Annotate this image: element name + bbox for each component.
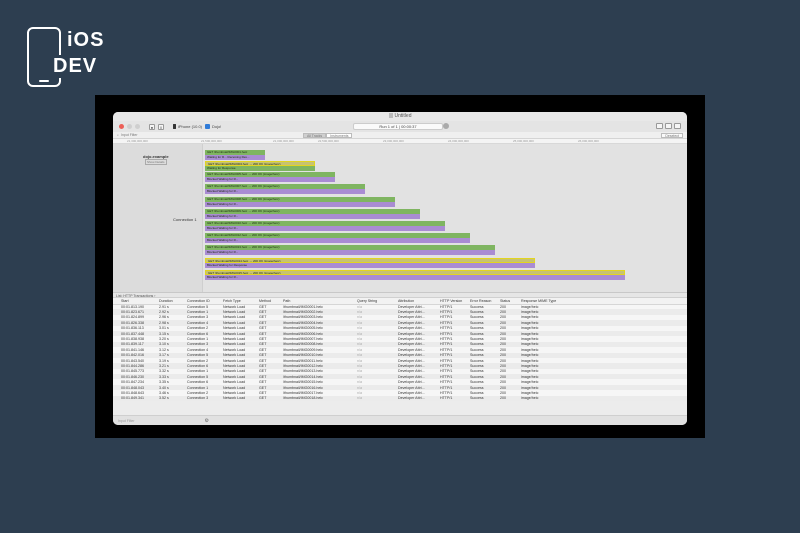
app-icon xyxy=(205,124,211,129)
status-filter-input[interactable]: Input Filter xyxy=(118,419,135,423)
table-cell: 00:01.849.341 xyxy=(119,395,157,402)
transaction-bar[interactable]: Blocked Waiting for R... xyxy=(205,214,420,219)
window-title: Untitled xyxy=(394,113,412,119)
run-indicator: Run 1 of 1 | 00:00:37 xyxy=(353,123,443,130)
transaction-bar[interactable]: Blocked Waiting for R... xyxy=(205,250,495,255)
filter-input[interactable]: Input Filter xyxy=(121,133,138,137)
table-cell: HTTP/1 xyxy=(438,395,468,402)
transaction-bar[interactable]: GET /thumbnail/IMG0008.heic → 200 OK (im… xyxy=(205,197,395,202)
transaction-bar[interactable]: Waiting for Response xyxy=(205,166,315,171)
inspector-button[interactable] xyxy=(674,123,681,129)
filter-icon: ⌕ xyxy=(117,133,119,137)
transaction-bar[interactable]: GET /thumbnail/IMG0001.heic xyxy=(205,150,265,155)
split-view-button[interactable] xyxy=(665,123,672,129)
table-cell: GET xyxy=(257,395,281,402)
transaction-bar[interactable]: Blocked Waiting for R... xyxy=(205,275,625,280)
logo-line2: DEV xyxy=(51,55,100,78)
iphone-icon xyxy=(173,124,176,129)
table-cell: Success xyxy=(468,395,498,402)
screenshot-frame: Untitled ● ‖ iPhone (10.0) Dojo! Run 1 o… xyxy=(95,95,705,438)
minimize-icon[interactable] xyxy=(127,124,132,129)
transaction-bar[interactable]: Blocked Waiting for R... xyxy=(205,177,335,182)
timeline-track-area[interactable]: dojo.example Show Details Connection 1 G… xyxy=(113,144,687,292)
table-row[interactable]: 00:01.849.341 3.52 s Connection 3 Network L… xyxy=(113,395,687,402)
transaction-bar[interactable]: GET /thumbnail/IMG0004.heic → 200 OK (im… xyxy=(205,161,315,166)
segment-instruments[interactable]: Instruments xyxy=(326,133,353,138)
transaction-bar[interactable]: GET /thumbnail/IMG0012.heic → 200 OK (im… xyxy=(205,233,470,238)
run-label: Run 1 of 1 | 00:00:37 xyxy=(379,124,417,129)
table-cell: /thumbnail/IMG0018.heic xyxy=(281,395,355,402)
transaction-bar[interactable]: GET /thumbnail/IMG0015.heic → 200 OK (im… xyxy=(205,270,625,275)
table-cell: n/a xyxy=(355,395,396,402)
zoom-icon[interactable] xyxy=(135,124,140,129)
transaction-bar[interactable]: Blocked Waiting for R... xyxy=(205,226,445,231)
run-options-icon[interactable] xyxy=(443,123,449,129)
transaction-bar[interactable]: GET /thumbnail/IMG0014.heic → 200 OK (im… xyxy=(205,258,535,263)
logo-line1: iOS xyxy=(67,29,105,51)
library-button[interactable] xyxy=(656,123,663,129)
record-button[interactable]: ● xyxy=(149,123,155,130)
gear-icon[interactable]: ⚙ xyxy=(205,418,209,424)
ios-dev-logo: iOS DEV xyxy=(27,27,103,89)
table-cell: 3.52 s xyxy=(157,395,185,402)
document-icon xyxy=(388,113,393,118)
segment-all-tracks[interactable]: All Tracks xyxy=(303,133,327,138)
transaction-bar[interactable]: GET /thumbnail/IMG0009.heic → 200 OK (im… xyxy=(205,209,420,214)
track-segments: All Tracks Instruments xyxy=(303,133,353,138)
window-titlebar: Untitled xyxy=(113,112,687,121)
target-selector[interactable]: iPhone (10.0) Dojo! xyxy=(173,124,221,129)
toolbar: ● ‖ iPhone (10.0) Dojo! Run 1 of 1 | 00:… xyxy=(113,121,687,132)
transaction-bar[interactable]: GET /thumbnail/IMG0010.heic → 200 OK (im… xyxy=(205,221,445,226)
device-name: iPhone (10.0) xyxy=(178,124,203,129)
transaction-bar[interactable]: GET /thumbnail/IMG0005.heic → 200 OK (im… xyxy=(205,172,335,177)
transaction-bar[interactable]: Blocked Waiting for R... xyxy=(205,238,470,243)
app-name: Dojo! xyxy=(212,124,222,129)
transaction-bar[interactable]: Waiting for R... Receiving Res... xyxy=(205,155,265,160)
transaction-bar[interactable]: Blocked Waiting for R... xyxy=(205,202,395,207)
transactions-table: Start Duration Connection ID Fetch Type Meth… xyxy=(113,298,687,402)
table-cell: 200 xyxy=(498,395,519,402)
transaction-bar[interactable]: GET /thumbnail/IMG0007.heic → 200 OK (im… xyxy=(205,184,365,189)
show-details-button[interactable]: Show Details xyxy=(145,159,167,165)
filter-bar: ⌕ Input Filter All Tracks Instruments De… xyxy=(113,132,687,139)
table-cell: Connection 3 xyxy=(185,395,221,402)
close-icon[interactable] xyxy=(119,124,124,129)
deselect-button[interactable]: Deselect xyxy=(661,133,683,138)
transaction-bar[interactable]: Blocked Waiting for R... xyxy=(205,189,365,194)
instruments-window: Untitled ● ‖ iPhone (10.0) Dojo! Run 1 o… xyxy=(113,112,687,425)
connection-label: Connection 1 xyxy=(173,217,197,222)
table-cell: Developer Attri... xyxy=(396,395,438,402)
table-body: 00:01.813.190 2.91 s Connection 5 Network L… xyxy=(113,304,687,402)
transaction-bar[interactable]: Blocked Waiting for Response xyxy=(205,263,535,268)
pause-button[interactable]: ‖ xyxy=(158,123,164,130)
transaction-bar[interactable]: GET /thumbnail/IMG0013.heic → 200 OK (im… xyxy=(205,245,495,250)
table-cell: Network Load xyxy=(221,395,257,402)
status-bar: Input Filter ⚙ xyxy=(113,415,687,425)
table-cell: image/heic xyxy=(519,395,687,402)
